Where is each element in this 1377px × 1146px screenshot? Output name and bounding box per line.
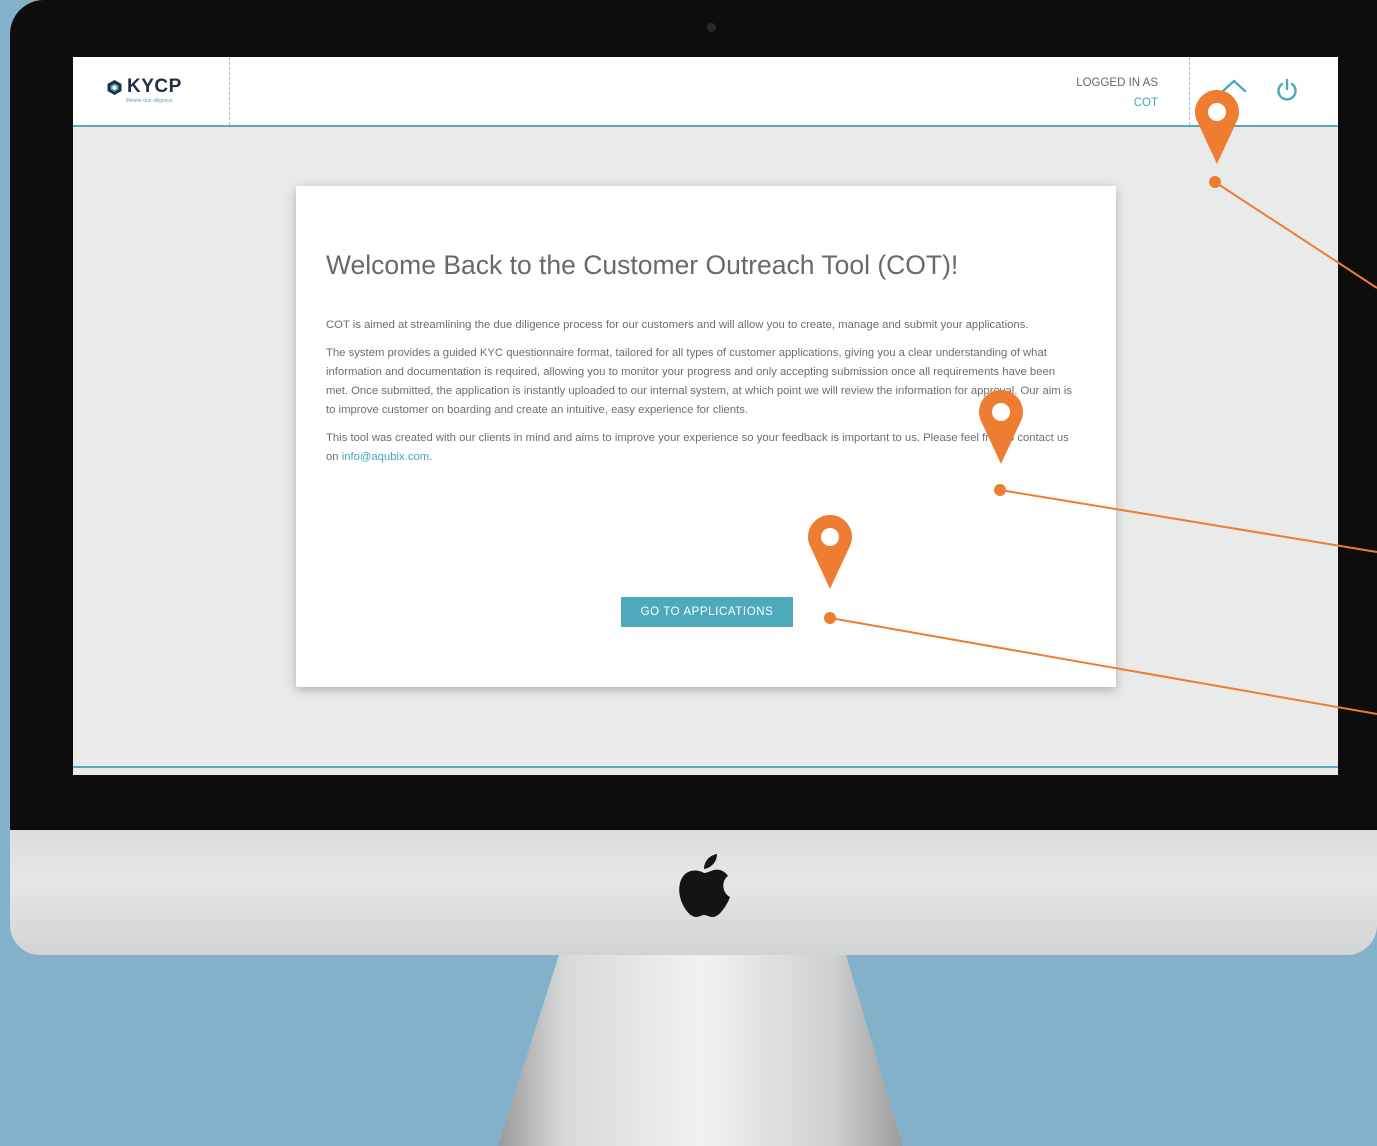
welcome-title: Welcome Back to the Customer Outreach To… bbox=[326, 250, 959, 280]
system-paragraph: The system provides a guided KYC questio… bbox=[326, 347, 1072, 416]
header-divider-right bbox=[1189, 57, 1190, 125]
location-pin-icon bbox=[979, 390, 1023, 464]
imac-stand bbox=[498, 955, 903, 1146]
logo-cube-icon bbox=[107, 80, 122, 95]
feedback-paragraph: This tool was created with our clients i… bbox=[326, 429, 1078, 467]
intro-paragraph: COT is aimed at streamlining the due dil… bbox=[326, 319, 1029, 331]
power-icon[interactable] bbox=[1274, 77, 1300, 103]
location-pin-icon bbox=[808, 515, 852, 589]
contact-email-link[interactable]: info@aqubix.com bbox=[342, 451, 429, 463]
logo-text: KYCP bbox=[127, 76, 182, 97]
feedback-text: This tool was created with our clients i… bbox=[326, 432, 1069, 463]
kycp-logo[interactable]: KYCP lifetime due diligence bbox=[106, 76, 182, 104]
logo-tagline: lifetime due diligence bbox=[126, 98, 173, 104]
header-divider-left bbox=[229, 57, 230, 125]
feedback-suffix: . bbox=[429, 451, 433, 463]
go-to-applications-button[interactable]: GO TO APPLICATIONS bbox=[621, 597, 793, 627]
location-pin-icon bbox=[1195, 90, 1239, 164]
apple-logo-icon bbox=[679, 854, 730, 917]
footer-line bbox=[73, 766, 1338, 768]
logged-in-label: LOGGED IN AS bbox=[1076, 77, 1158, 89]
camera bbox=[707, 23, 716, 32]
welcome-body: COT is aimed at streamlining the due dil… bbox=[326, 316, 1078, 476]
screen: KYCP lifetime due diligence LOGGED IN AS… bbox=[73, 57, 1338, 775]
app-header: KYCP lifetime due diligence LOGGED IN AS… bbox=[73, 57, 1338, 127]
logged-in-user: COT bbox=[1133, 97, 1158, 109]
